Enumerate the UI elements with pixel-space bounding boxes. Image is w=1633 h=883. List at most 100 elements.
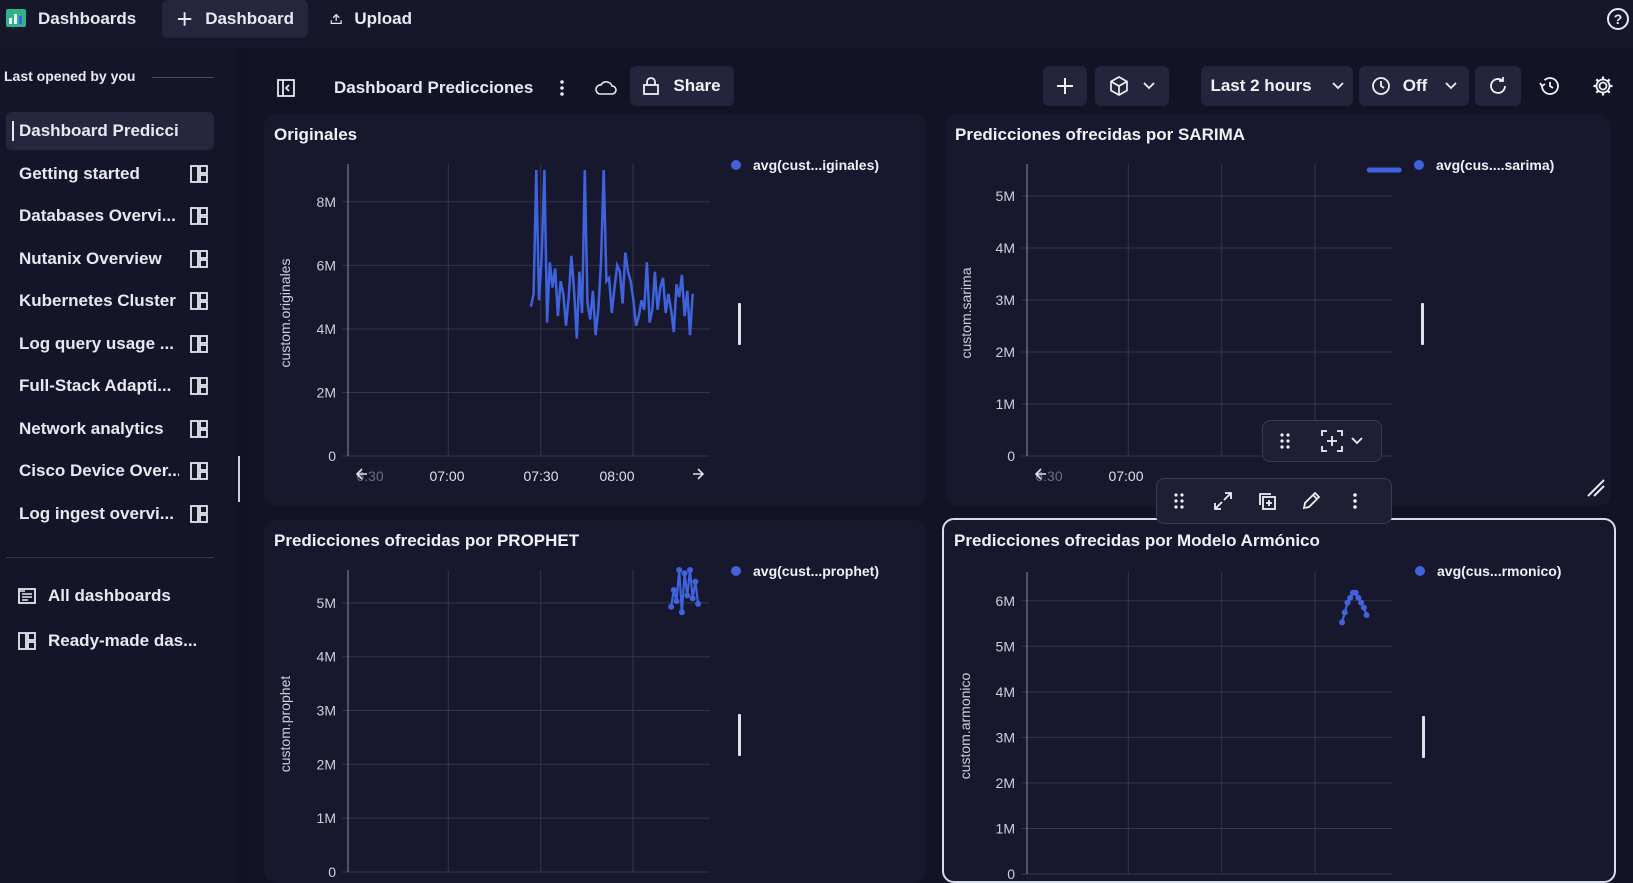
chevron-down-icon — [1351, 437, 1363, 445]
settings-button[interactable] — [1583, 66, 1623, 106]
y-tick-label: 4M — [996, 240, 1015, 256]
y-tick-label: 0 — [1007, 448, 1015, 464]
sidebar-item[interactable]: Full-Stack Adapti... — [6, 367, 214, 405]
y-axis-label: custom.sarima — [958, 267, 974, 358]
sidebar-item[interactable]: Getting started — [6, 155, 214, 193]
dashboard-icon — [190, 377, 208, 395]
y-tick-label: 4M — [996, 684, 1015, 700]
series-point — [670, 586, 677, 593]
sidebar-item[interactable]: Cisco Device Over... — [6, 452, 214, 490]
y-tick-label: 8M — [317, 194, 336, 210]
zoom-select-button[interactable] — [1307, 420, 1377, 462]
y-tick-label: 2M — [996, 775, 1015, 791]
y-tick-label: 2M — [317, 384, 336, 400]
toggle-sidebar-button[interactable] — [266, 68, 306, 108]
y-axis-label: custom.armonico — [957, 672, 973, 779]
y-tick-label: 2M — [996, 344, 1015, 360]
sidebar-item-label: Getting started — [19, 164, 140, 183]
sidebar-item-label: Network analytics — [19, 419, 164, 438]
pencil-icon — [1302, 491, 1321, 510]
share-button[interactable]: Share — [630, 66, 734, 106]
series-line — [529, 169, 694, 339]
refresh-button[interactable] — [1475, 66, 1521, 106]
gear-icon — [1593, 76, 1613, 96]
dashboard-icon — [190, 462, 208, 480]
maximize-tile-button[interactable] — [1201, 480, 1245, 522]
chart-tile-armonico[interactable]: Predicciones ofrecidas por Modelo Armóni… — [942, 518, 1616, 883]
timeframe-label: Last 2 hours — [1210, 76, 1312, 95]
sidebar-scrollbar[interactable] — [238, 456, 240, 502]
pan-right-arrow-icon[interactable] — [693, 468, 705, 480]
series-point — [1363, 612, 1370, 618]
segments-button[interactable] — [1095, 66, 1169, 106]
help-icon[interactable]: ? — [1607, 8, 1629, 30]
duplicate-tile-button[interactable] — [1245, 480, 1289, 522]
tile-resize-grip-icon[interactable] — [1586, 478, 1606, 498]
new-dashboard-button[interactable]: Dashboard — [162, 0, 308, 38]
y-tick-label: 3M — [317, 703, 336, 719]
drag-handle[interactable] — [1263, 420, 1307, 462]
dashboard-menu-button[interactable] — [542, 68, 582, 108]
add-tile-button[interactable] — [1043, 66, 1087, 106]
upload-label: Upload — [354, 9, 412, 28]
sidebar-item-label: Log ingest overvi... — [19, 504, 174, 523]
sidebar-item[interactable]: Log query usage ... — [6, 325, 214, 363]
sidebar-item[interactable]: Databases Overvi... — [6, 197, 214, 235]
sidebar-item[interactable]: Nutanix Overview — [6, 240, 214, 278]
sidebar-item[interactable]: Network analytics — [6, 410, 214, 448]
zoom-area-icon — [1321, 430, 1343, 452]
y-axis-label: custom.originales — [277, 259, 293, 368]
clock-refresh-icon — [1371, 77, 1390, 95]
sidebar-item[interactable]: Log ingest overvi... — [6, 495, 214, 533]
sidebar-item-label: Full-Stack Adapti... — [19, 376, 172, 395]
y-axis-label: custom.prophet — [277, 676, 293, 773]
cloud-save-status[interactable] — [586, 68, 626, 108]
dashboard-canvas: Dashboard Predicciones Share Last 2 hour… — [244, 48, 1633, 883]
y-tick-label: 3M — [996, 292, 1015, 308]
y-tick-label: 3M — [996, 729, 1015, 745]
app-title[interactable]: Dashboards — [38, 0, 136, 38]
series-point — [681, 570, 688, 577]
dashboard-icon — [190, 505, 208, 523]
tile-drag-handle[interactable] — [1157, 480, 1201, 522]
lock-icon — [643, 77, 660, 95]
chart-plot: 02M4M6M8Mcustom.originales6:30 07:00 07:30… — [277, 164, 710, 484]
upload-button[interactable]: Upload — [316, 0, 426, 38]
series-point — [692, 578, 699, 585]
sidebar-item[interactable]: Dashboard Prediccion... — [6, 112, 214, 150]
dashboard-icon — [190, 165, 208, 183]
share-label: Share — [673, 76, 721, 95]
y-tick-label: 0 — [328, 864, 336, 880]
chart-tile-originales[interactable]: Originales avg(cust...iginales) 0 2M 4M 6M 8M c… — [264, 114, 926, 506]
sidebar-heading: Last opened by you — [4, 68, 136, 84]
series-point — [1341, 609, 1348, 616]
sidebar-item[interactable]: Kubernetes Cluster — [6, 282, 214, 320]
ready-made-dashboards-label: Ready-made das... — [48, 631, 198, 650]
series-point — [1360, 604, 1367, 611]
dashboard-icon — [18, 632, 36, 650]
series-point — [676, 567, 683, 573]
dashboard-title[interactable]: Dashboard Predicciones — [334, 68, 533, 108]
dashboard-icon — [190, 207, 208, 225]
dashboard-icon — [190, 250, 208, 268]
series-point — [668, 603, 675, 610]
auto-refresh-label: Off — [1402, 76, 1428, 95]
tile-more-button[interactable] — [1333, 480, 1377, 522]
history-button[interactable] — [1529, 66, 1569, 106]
sidebar-heading-divider — [152, 77, 214, 78]
y-tick-label: 0 — [1007, 866, 1015, 882]
series-point — [1339, 619, 1346, 626]
edit-tile-button[interactable] — [1289, 480, 1333, 522]
ready-made-dashboards-link[interactable]: Ready-made das... — [18, 626, 197, 656]
upload-icon — [330, 13, 342, 24]
refresh-icon — [1490, 77, 1506, 94]
timeframe-selector[interactable]: Last 2 hours — [1201, 66, 1353, 106]
dashboard-icon — [190, 335, 208, 353]
auto-refresh-selector[interactable]: Off — [1359, 66, 1469, 106]
y-tick-label: 6M — [996, 593, 1015, 609]
sidebar: Last opened by you Dashboard Prediccion.… — [0, 48, 236, 883]
chart-tile-prophet[interactable]: Predicciones ofrecidas por PROPHET avg(cu… — [264, 520, 926, 883]
y-tick-label: 1M — [996, 820, 1015, 836]
all-dashboards-link[interactable]: All dashboards — [18, 581, 171, 611]
y-tick-label: 1M — [996, 396, 1015, 412]
